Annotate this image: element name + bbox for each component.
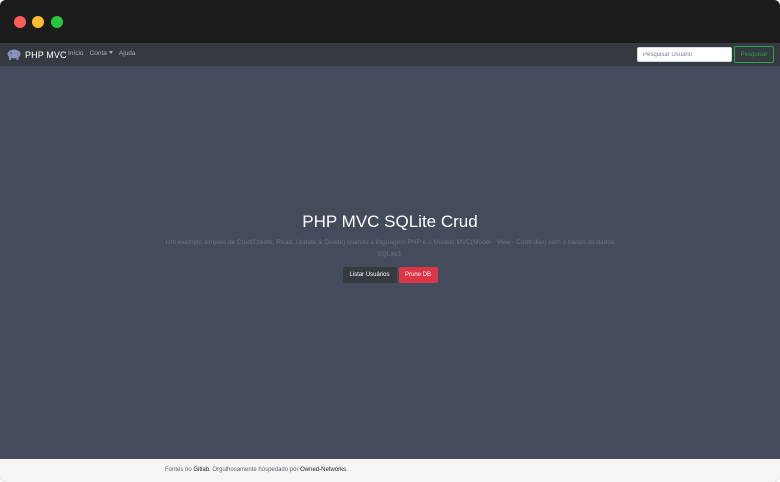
nav-link-inicio[interactable]: Início	[68, 50, 84, 57]
footer-prefix: Fontes no	[165, 467, 194, 473]
page-title: PHP MVC SQLite Crud	[302, 212, 478, 231]
hero-jumbotron: PHP MVC SQLite Crud Um exemplo simples d…	[0, 66, 780, 459]
window-titlebar	[0, 0, 780, 43]
brand-title: PHP MVC	[25, 49, 67, 60]
owned-networks-link[interactable]: Owned-Networks	[300, 467, 346, 473]
footer-text: Fontes no Gitlab. Orgulhosamente hospeda…	[165, 467, 348, 473]
maximize-window-button[interactable]	[51, 16, 63, 28]
hero-actions: Listar Usuários Prune DB	[0, 267, 780, 283]
nav-link-conta-label: Conta	[89, 50, 107, 57]
footer-suffix: .	[346, 467, 348, 473]
gitlab-link[interactable]: Gitlab	[193, 467, 209, 473]
page-footer: Fontes no Gitlab. Orgulhosamente hospeda…	[0, 459, 780, 482]
nav-link-ajuda[interactable]: Ajuda	[119, 50, 136, 57]
search-user-input[interactable]	[637, 47, 732, 62]
list-users-button[interactable]: Listar Usuários	[342, 267, 397, 283]
prune-db-button[interactable]: Prune DB	[398, 267, 438, 283]
elephant-logo-icon	[7, 49, 21, 60]
nav-link-conta-dropdown[interactable]: Conta	[90, 50, 113, 57]
nav-links: Início Conta Ajuda	[68, 50, 142, 57]
hero-description: Um exemplo simples de Crud(Create, Read,…	[165, 239, 615, 258]
browser-window: PHP MVC Início Conta Ajuda Pesquisar PHP…	[0, 0, 780, 482]
search-button[interactable]: Pesquisar	[734, 46, 774, 63]
brand-link[interactable]: PHP MVC	[7, 47, 67, 62]
close-window-button[interactable]	[14, 16, 26, 28]
minimize-window-button[interactable]	[32, 16, 44, 28]
chevron-down-icon	[108, 50, 113, 54]
footer-middle: . Orgulhosamente hospedado por	[209, 467, 301, 473]
